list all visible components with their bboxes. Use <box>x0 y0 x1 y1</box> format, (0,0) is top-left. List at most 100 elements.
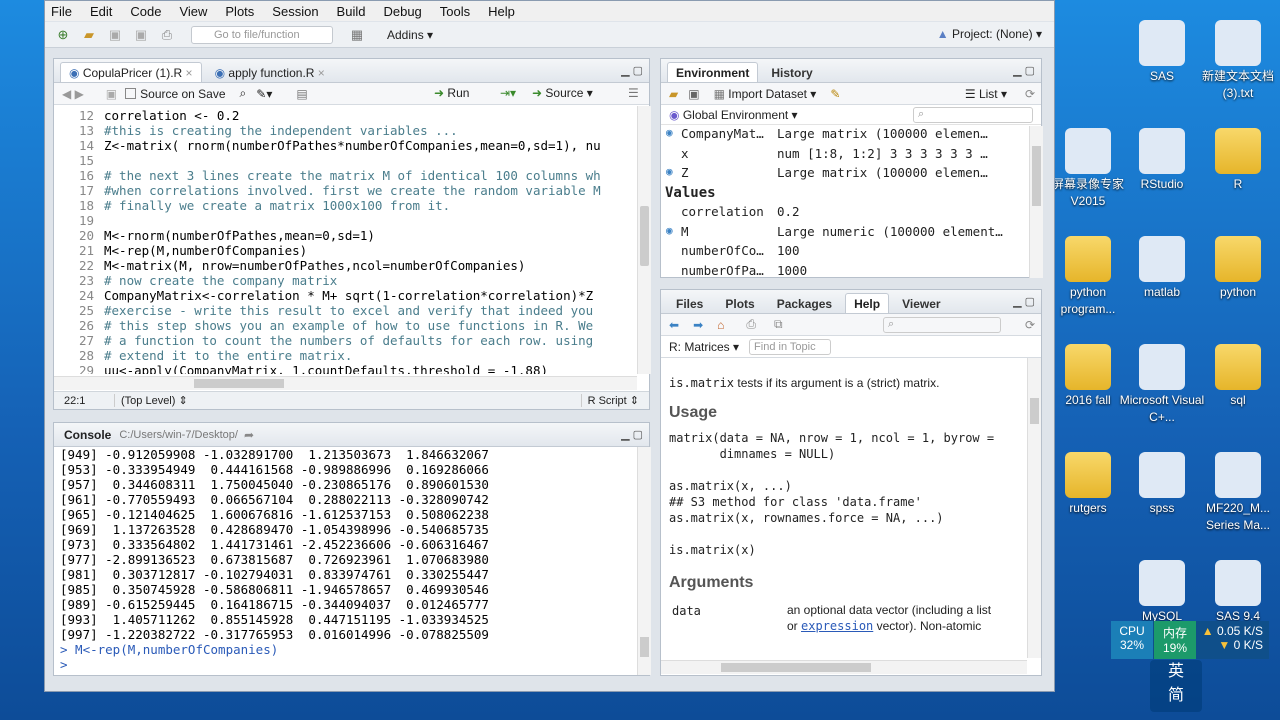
menu-item-build[interactable]: Build <box>337 4 366 19</box>
compile-icon[interactable]: ▤ <box>296 87 307 101</box>
goto-file-input[interactable]: Go to file/function <box>191 25 333 44</box>
code-line[interactable]: # a function to count the numbers of def… <box>104 333 593 348</box>
home-icon[interactable]: ⌂ <box>717 318 724 332</box>
code-line[interactable]: M<-rep(M,numberOfCompanies) <box>104 243 307 258</box>
code-line[interactable]: M<-matrix(M, nrow=numberOfPathes,ncol=nu… <box>104 258 525 273</box>
save-icon[interactable]: ▣ <box>105 26 125 44</box>
code-line[interactable]: #when correlations involved. first we cr… <box>104 183 601 198</box>
ime-indicator[interactable]: 英 简 <box>1150 660 1202 712</box>
scope-selector[interactable]: (Top Level) ⇕ <box>114 394 188 407</box>
code-line[interactable]: # finally we create a matrix 1000x100 fr… <box>104 198 450 213</box>
desktop-icon[interactable]: MF220_M... Series Ma... <box>1193 452 1280 534</box>
source-button[interactable]: ➜ Source ▾ <box>532 86 593 100</box>
menu-item-debug[interactable]: Debug <box>383 4 421 19</box>
env-row[interactable]: ◉ CompanyMat… Large matrix (100000 elemen… <box>661 126 1031 145</box>
minimize-icon[interactable]: ▁ ▢ <box>621 428 643 441</box>
nav-arrows-icon[interactable]: ◀ ▶ <box>62 87 84 101</box>
addins-menu[interactable]: Addins ▾ <box>387 28 433 42</box>
tab-viewer[interactable]: Viewer <box>893 293 949 313</box>
env-row[interactable]: x num [1:8, 1:2] 3 3 3 3 3 3 … <box>661 146 1031 165</box>
goto-dir-icon[interactable]: ➦ <box>244 428 254 442</box>
code-line[interactable]: # now create the company matrix <box>104 273 337 288</box>
load-workspace-icon[interactable]: ▰ <box>669 87 678 101</box>
save-workspace-icon[interactable]: ▣ <box>688 87 699 101</box>
print-icon[interactable]: ⎙ <box>157 26 177 44</box>
code-line[interactable]: M<-rnorm(numberOfPathes,mean=0,sd=1) <box>104 228 375 243</box>
topic-selector[interactable]: R: Matrices ▾ <box>669 340 739 354</box>
env-search-input[interactable]: ⌕ <box>913 107 1033 123</box>
wand-icon[interactable]: ✎▾ <box>256 87 272 101</box>
tab-copulapricer[interactable]: ◉ CopulaPricer (1).R × <box>60 62 202 82</box>
env-row[interactable]: correlation 0.2 <box>661 204 1031 223</box>
minimize-icon[interactable]: ▁ ▢ <box>1013 64 1035 77</box>
minimize-icon[interactable]: ▁ ▢ <box>1013 295 1035 308</box>
refresh-icon[interactable]: ⟳ <box>1025 87 1035 101</box>
env-row[interactable]: numberOfCo… 100 <box>661 243 1031 262</box>
menu-item-edit[interactable]: Edit <box>90 4 112 19</box>
menu-item-file[interactable]: File <box>51 4 72 19</box>
env-row[interactable]: ◉ Z Large matrix (100000 elemen… <box>661 165 1031 184</box>
rerun-icon[interactable]: ⇥▾ <box>500 86 516 100</box>
save-icon[interactable]: ▣ <box>106 87 117 101</box>
language-selector[interactable]: R Script ⇕ <box>580 394 639 407</box>
print-icon[interactable]: ⎙ <box>746 317 756 332</box>
expand-icon[interactable]: ◉ <box>666 224 673 237</box>
grid-layout-icon[interactable]: ▦ <box>347 26 367 44</box>
help-search-input[interactable]: ⌕ <box>883 317 1001 333</box>
editor-scrollbar[interactable] <box>637 106 651 374</box>
code-line[interactable]: # extend it to the entire matrix. <box>104 348 352 363</box>
menu-item-tools[interactable]: Tools <box>440 4 470 19</box>
console-scrollbar[interactable] <box>637 447 651 675</box>
expand-icon[interactable]: ◉ <box>666 165 673 178</box>
import-dataset-button[interactable]: ▦ Import Dataset ▾ <box>714 87 817 101</box>
broom-icon[interactable]: ✎ <box>830 87 840 101</box>
project-menu[interactable]: ▲ Project: (None) ▾ <box>937 27 1042 41</box>
run-button[interactable]: ➜ Run <box>434 86 469 100</box>
code-line[interactable]: CompanyMatrix<-correlation * M+ sqrt(1-c… <box>104 288 593 303</box>
find-in-topic-input[interactable]: Find in Topic <box>749 338 832 355</box>
help-scrollbar[interactable] <box>1027 358 1041 658</box>
env-scrollbar[interactable] <box>1029 126 1043 278</box>
menu-item-help[interactable]: Help <box>488 4 515 19</box>
expand-icon[interactable]: ◉ <box>666 126 673 139</box>
menu-item-code[interactable]: Code <box>130 4 161 19</box>
menu-item-plots[interactable]: Plots <box>225 4 254 19</box>
view-mode-menu[interactable]: ☰ List ▾ <box>965 87 1007 101</box>
desktop-icon[interactable]: SAS 9.4 <box>1193 560 1280 625</box>
desktop-icon[interactable]: 新建文本文档 (3).txt <box>1193 20 1280 102</box>
environment-selector[interactable]: ◉ Global Environment ▾ <box>669 108 798 122</box>
code-line[interactable]: correlation <- 0.2 <box>104 108 239 123</box>
source-on-save-checkbox[interactable] <box>125 88 137 99</box>
forward-arrow-icon[interactable]: ➡ <box>693 318 703 332</box>
code-line[interactable]: #exercise - write this result to excel a… <box>104 303 593 318</box>
tab-help[interactable]: Help <box>845 293 890 313</box>
tab-environment[interactable]: Environment <box>667 62 759 82</box>
minimize-icon[interactable]: ▁ ▢ <box>621 64 643 77</box>
open-folder-icon[interactable]: ▰ <box>79 26 99 44</box>
code-line[interactable]: uu<-apply(CompanyMatrix, 1,countDefaults… <box>104 363 548 374</box>
tab-history[interactable]: History <box>762 62 821 82</box>
console-output[interactable]: [949] -0.912059908 -1.032891700 1.213503… <box>60 447 489 672</box>
tab-apply-function[interactable]: ◉ apply function.R × <box>206 62 334 82</box>
search-icon[interactable]: ⌕ <box>240 86 247 101</box>
console-prompt[interactable]: > <box>60 657 489 672</box>
refresh-icon[interactable]: ⟳ <box>1025 318 1035 332</box>
help-hscroll[interactable] <box>661 660 1027 674</box>
menu-item-session[interactable]: Session <box>272 4 318 19</box>
tab-packages[interactable]: Packages <box>768 293 841 313</box>
tab-files[interactable]: Files <box>667 293 712 313</box>
editor-hscroll[interactable] <box>54 376 637 390</box>
desktop-icon[interactable]: R <box>1193 128 1280 193</box>
code-line[interactable]: Z<-matrix( rnorm(numberOfPathes*numberOf… <box>104 138 601 153</box>
desktop-icon[interactable]: sql <box>1193 344 1280 409</box>
new-file-icon[interactable]: ⊕ <box>53 26 73 44</box>
env-row[interactable]: ◉ M Large numeric (100000 element… <box>661 224 1031 243</box>
code-editor[interactable]: 12 correlation <- 0.2 13 #this is creating … <box>54 106 640 374</box>
back-arrow-icon[interactable]: ⬅ <box>669 318 679 332</box>
open-window-icon[interactable]: ⧉ <box>774 317 783 332</box>
menu-item-view[interactable]: View <box>179 4 207 19</box>
code-line[interactable]: #this is creating the independent variab… <box>104 123 458 138</box>
expression-link[interactable]: expression <box>801 619 873 633</box>
tab-plots[interactable]: Plots <box>716 293 763 313</box>
desktop-icon[interactable]: python <box>1193 236 1280 301</box>
